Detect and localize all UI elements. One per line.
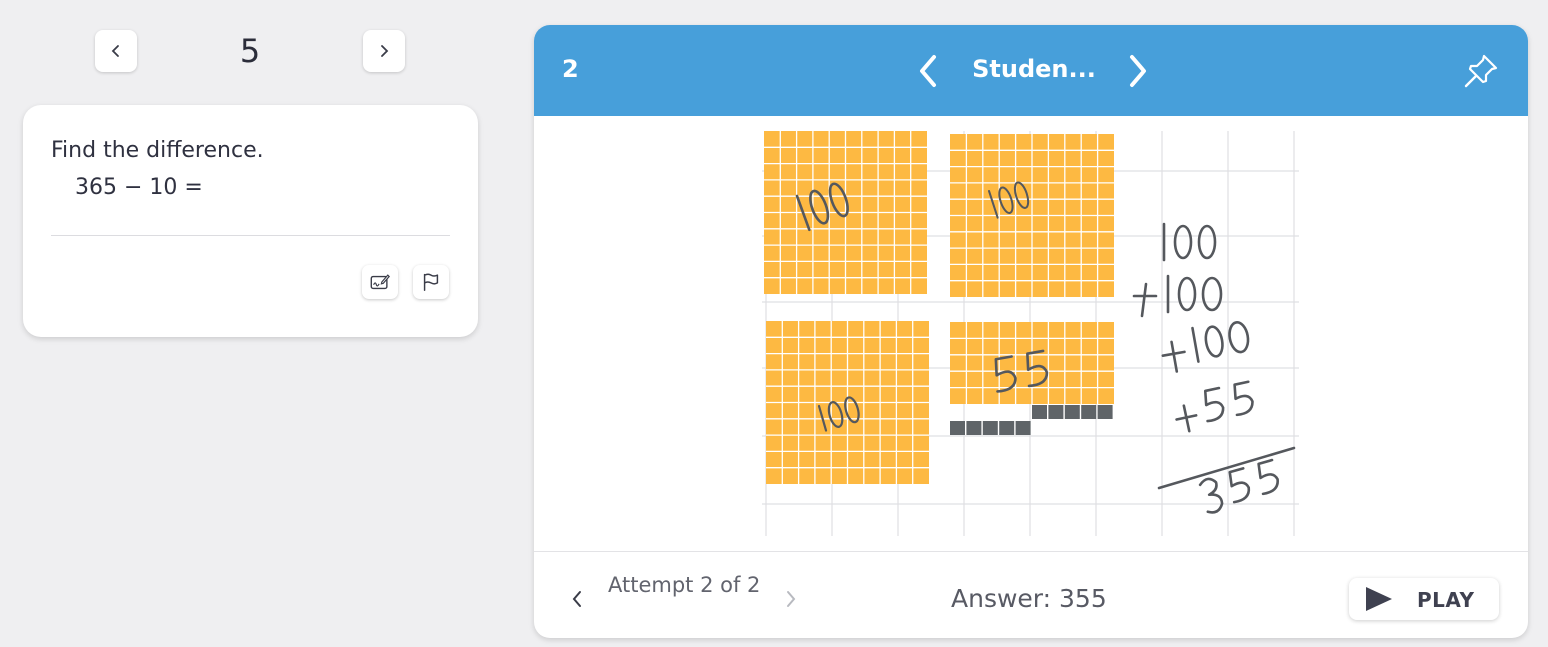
- flag-icon: [423, 273, 439, 291]
- attempt-counter: Attempt 2 of 2: [608, 573, 761, 597]
- panel-header: 2 Studen...: [534, 25, 1528, 116]
- student-response-panel: 2 Studen... Attempt 2 of 2 Answer: 355 P…: [534, 25, 1528, 638]
- scratchpad-icon: [370, 274, 390, 290]
- previous-attempt-icon[interactable]: [568, 588, 586, 610]
- sum-line: [1157, 446, 1296, 490]
- flag-button[interactable]: [413, 265, 449, 299]
- panel-footer: Attempt 2 of 2 Answer: 355 PLAY: [534, 551, 1528, 638]
- chevron-right-icon: [381, 45, 389, 57]
- removed-ones-row: [1032, 405, 1113, 419]
- student-name: Studen...: [972, 55, 1096, 83]
- previous-question-button[interactable]: [95, 30, 137, 72]
- hundreds-block: [764, 131, 927, 294]
- next-attempt-icon[interactable]: [782, 588, 800, 610]
- divider: [51, 235, 450, 236]
- hundreds-block: [950, 134, 1114, 297]
- question-card: Find the difference. 365 − 10 =: [23, 105, 478, 337]
- removed-ones-row: [950, 421, 1031, 435]
- question-number: 5: [239, 32, 261, 70]
- next-student-icon[interactable]: [1122, 51, 1152, 91]
- chevron-left-icon: [111, 45, 119, 57]
- sum-line-plus-100: [1132, 274, 1223, 318]
- question-expression: 365 − 10 =: [75, 175, 203, 200]
- question-prompt: Find the difference.: [51, 138, 264, 163]
- scratchpad-button[interactable]: [362, 265, 398, 299]
- response-number: 2: [562, 55, 579, 83]
- play-icon: [1366, 587, 1392, 611]
- student-drawing: [762, 131, 1299, 536]
- sum-line-plus-100: [1161, 321, 1250, 373]
- sum-total-355: [1198, 458, 1279, 514]
- sum-line-plus-55: [1175, 380, 1254, 433]
- hundreds-block: [766, 321, 929, 484]
- tens-rods-block: [950, 322, 1114, 404]
- student-work-canvas: [534, 116, 1528, 551]
- previous-student-icon[interactable]: [914, 51, 944, 91]
- answer-value: Answer: 355: [951, 584, 1107, 613]
- sum-line-100: [1162, 222, 1217, 262]
- pin-icon[interactable]: [1462, 52, 1500, 90]
- play-button-label: PLAY: [1417, 588, 1475, 612]
- next-question-button[interactable]: [363, 30, 405, 72]
- play-button[interactable]: PLAY: [1349, 578, 1499, 620]
